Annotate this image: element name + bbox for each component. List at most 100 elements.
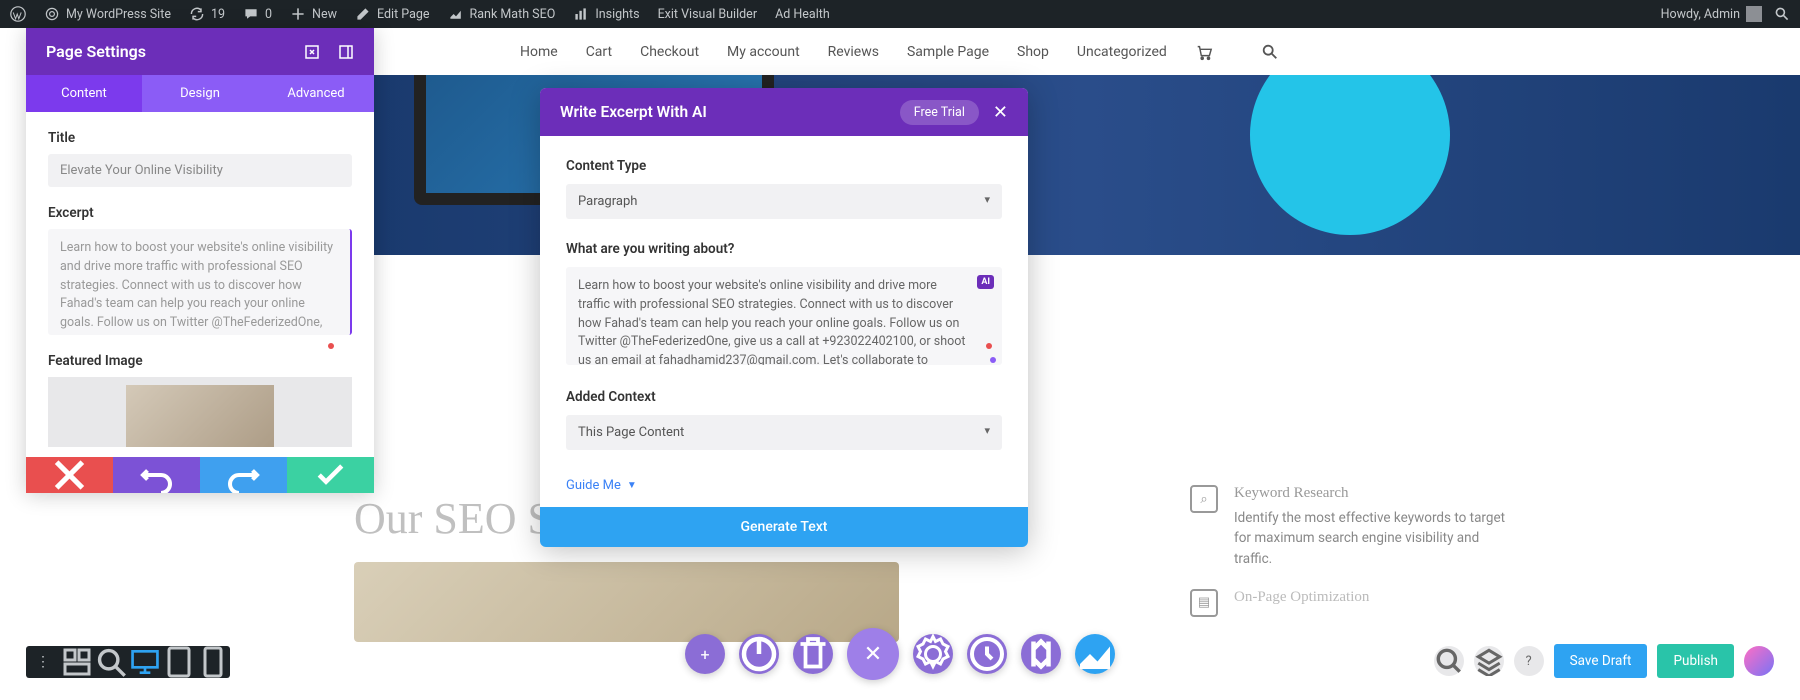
help-button[interactable]: ?	[1514, 646, 1544, 676]
exit-vb-text: Exit Visual Builder	[658, 7, 758, 22]
adhealth-link[interactable]: Ad Health	[775, 7, 830, 22]
ai-badge[interactable]: AI	[977, 275, 994, 289]
nav-shop[interactable]: Shop	[1017, 44, 1049, 60]
nav-sample[interactable]: Sample Page	[907, 44, 989, 60]
layers-circle-button[interactable]	[1474, 646, 1504, 676]
hero-circle-graphic	[1250, 75, 1450, 235]
generate-text-button[interactable]: Generate Text	[540, 507, 1028, 547]
home-icon	[44, 6, 60, 22]
chevron-down-icon: ▼	[627, 480, 637, 491]
insights-text: Insights	[595, 7, 639, 22]
page-content: ⌕ Keyword Research Identify the most eff…	[310, 255, 1800, 642]
content-type-label: Content Type	[566, 158, 1002, 174]
edit-page-link[interactable]: Edit Page	[355, 6, 430, 22]
power-button[interactable]	[739, 634, 779, 674]
stats-button[interactable]	[1075, 634, 1115, 674]
service-title: Keyword Research	[1234, 485, 1510, 502]
ai-excerpt-modal: Write Excerpt With AI Free Trial ✕ Conte…	[540, 88, 1028, 547]
ai-brain-button[interactable]	[1744, 646, 1774, 676]
cancel-button[interactable]	[26, 457, 113, 493]
avatar-icon	[1746, 6, 1762, 22]
desktop-icon[interactable]	[128, 646, 162, 678]
nav-search-icon[interactable]	[1261, 43, 1279, 61]
nav-cart[interactable]: Cart	[586, 44, 612, 60]
settings-title: Page Settings	[46, 42, 304, 61]
gear-button[interactable]	[913, 634, 953, 674]
nav-reviews[interactable]: Reviews	[828, 44, 879, 60]
new-text: New	[312, 7, 337, 22]
dock-icon[interactable]	[338, 44, 354, 60]
insights-link[interactable]: Insights	[573, 6, 639, 22]
guide-me-link[interactable]: Guide Me▼	[566, 478, 1002, 493]
howdy-link[interactable]: Howdy, Admin	[1661, 6, 1762, 22]
wireframe-icon[interactable]	[60, 646, 94, 678]
cart-icon[interactable]	[1195, 43, 1213, 61]
wp-admin-bar: My WordPress Site 19 0 New Edit Page Ran…	[0, 0, 1800, 28]
nav-account[interactable]: My account	[727, 44, 800, 60]
title-input[interactable]	[48, 154, 352, 187]
content-type-select[interactable]: Paragraph	[566, 184, 1002, 219]
excerpt-label: Excerpt	[48, 205, 352, 221]
history-button[interactable]	[967, 634, 1007, 674]
rankmath-text: Rank Math SEO	[470, 7, 556, 22]
expand-icon[interactable]	[304, 44, 320, 60]
edit-page-text: Edit Page	[377, 7, 430, 22]
tablet-icon[interactable]	[162, 646, 196, 678]
phone-icon[interactable]	[196, 646, 230, 678]
resize-handle-dot	[328, 343, 334, 349]
service-desc: Identify the most effective keywords to …	[1234, 508, 1510, 569]
redo-button[interactable]	[200, 457, 287, 493]
menu-icon[interactable]: ⋮	[26, 646, 60, 678]
updates-count: 19	[211, 7, 225, 22]
add-button[interactable]: +	[685, 634, 725, 674]
search-circle-button[interactable]	[1434, 646, 1464, 676]
tab-content[interactable]: Content	[26, 75, 142, 112]
rankmath-link[interactable]: Rank Math SEO	[448, 6, 556, 22]
page-settings-panel: Page Settings Content Design Advanced Ti…	[26, 28, 374, 493]
save-draft-button[interactable]: Save Draft	[1554, 644, 1648, 678]
search-toggle[interactable]	[1774, 6, 1790, 22]
updates-link[interactable]: 19	[189, 6, 225, 22]
nav-home[interactable]: Home	[520, 44, 558, 60]
resize-handle-dot	[986, 343, 992, 349]
search-icon	[1774, 6, 1790, 22]
comments-link[interactable]: 0	[243, 6, 272, 22]
plus-icon	[290, 6, 306, 22]
new-link[interactable]: New	[290, 6, 337, 22]
tab-design[interactable]: Design	[142, 75, 258, 112]
close-builder-button[interactable]: ✕	[847, 628, 899, 680]
exit-vb-link[interactable]: Exit Visual Builder	[658, 7, 758, 22]
howdy-text: Howdy, Admin	[1661, 7, 1740, 22]
zoom-icon[interactable]	[94, 646, 128, 678]
featured-image-label: Featured Image	[48, 353, 352, 369]
view-toolbar: ⋮	[26, 646, 230, 678]
context-select[interactable]: This Page Content	[566, 415, 1002, 450]
rankmath-icon	[448, 6, 464, 22]
about-textarea[interactable]: Learn how to boost your website's online…	[566, 267, 1002, 365]
service-title: On-Page Optimization	[1234, 589, 1369, 606]
settings-header: Page Settings	[26, 28, 374, 75]
confirm-button[interactable]	[287, 457, 374, 493]
comment-icon	[243, 6, 259, 22]
about-label: What are you writing about?	[566, 241, 1002, 257]
tab-advanced[interactable]: Advanced	[258, 75, 374, 112]
comments-count: 0	[265, 7, 272, 22]
nav-checkout[interactable]: Checkout	[640, 44, 699, 60]
bookmark-icon: ▤	[1190, 589, 1218, 617]
trash-button[interactable]	[793, 634, 833, 674]
resize-handle-dot	[990, 357, 996, 363]
undo-button[interactable]	[113, 457, 200, 493]
wp-logo[interactable]	[10, 6, 26, 22]
wordpress-icon	[10, 6, 26, 22]
settings-tabs: Content Design Advanced	[26, 75, 374, 112]
save-toolbar: ? Save Draft Publish	[1434, 644, 1774, 678]
site-name-link[interactable]: My WordPress Site	[44, 6, 171, 22]
excerpt-textarea[interactable]: Learn how to boost your website's online…	[48, 229, 352, 335]
close-icon[interactable]: ✕	[993, 102, 1008, 123]
ai-modal-title: Write Excerpt With AI	[560, 103, 900, 121]
publish-button[interactable]: Publish	[1657, 644, 1734, 678]
nav-uncat[interactable]: Uncategorized	[1077, 44, 1167, 60]
layers-button[interactable]	[1021, 634, 1061, 674]
free-trial-button[interactable]: Free Trial	[900, 100, 979, 125]
featured-image-preview[interactable]	[48, 377, 352, 447]
